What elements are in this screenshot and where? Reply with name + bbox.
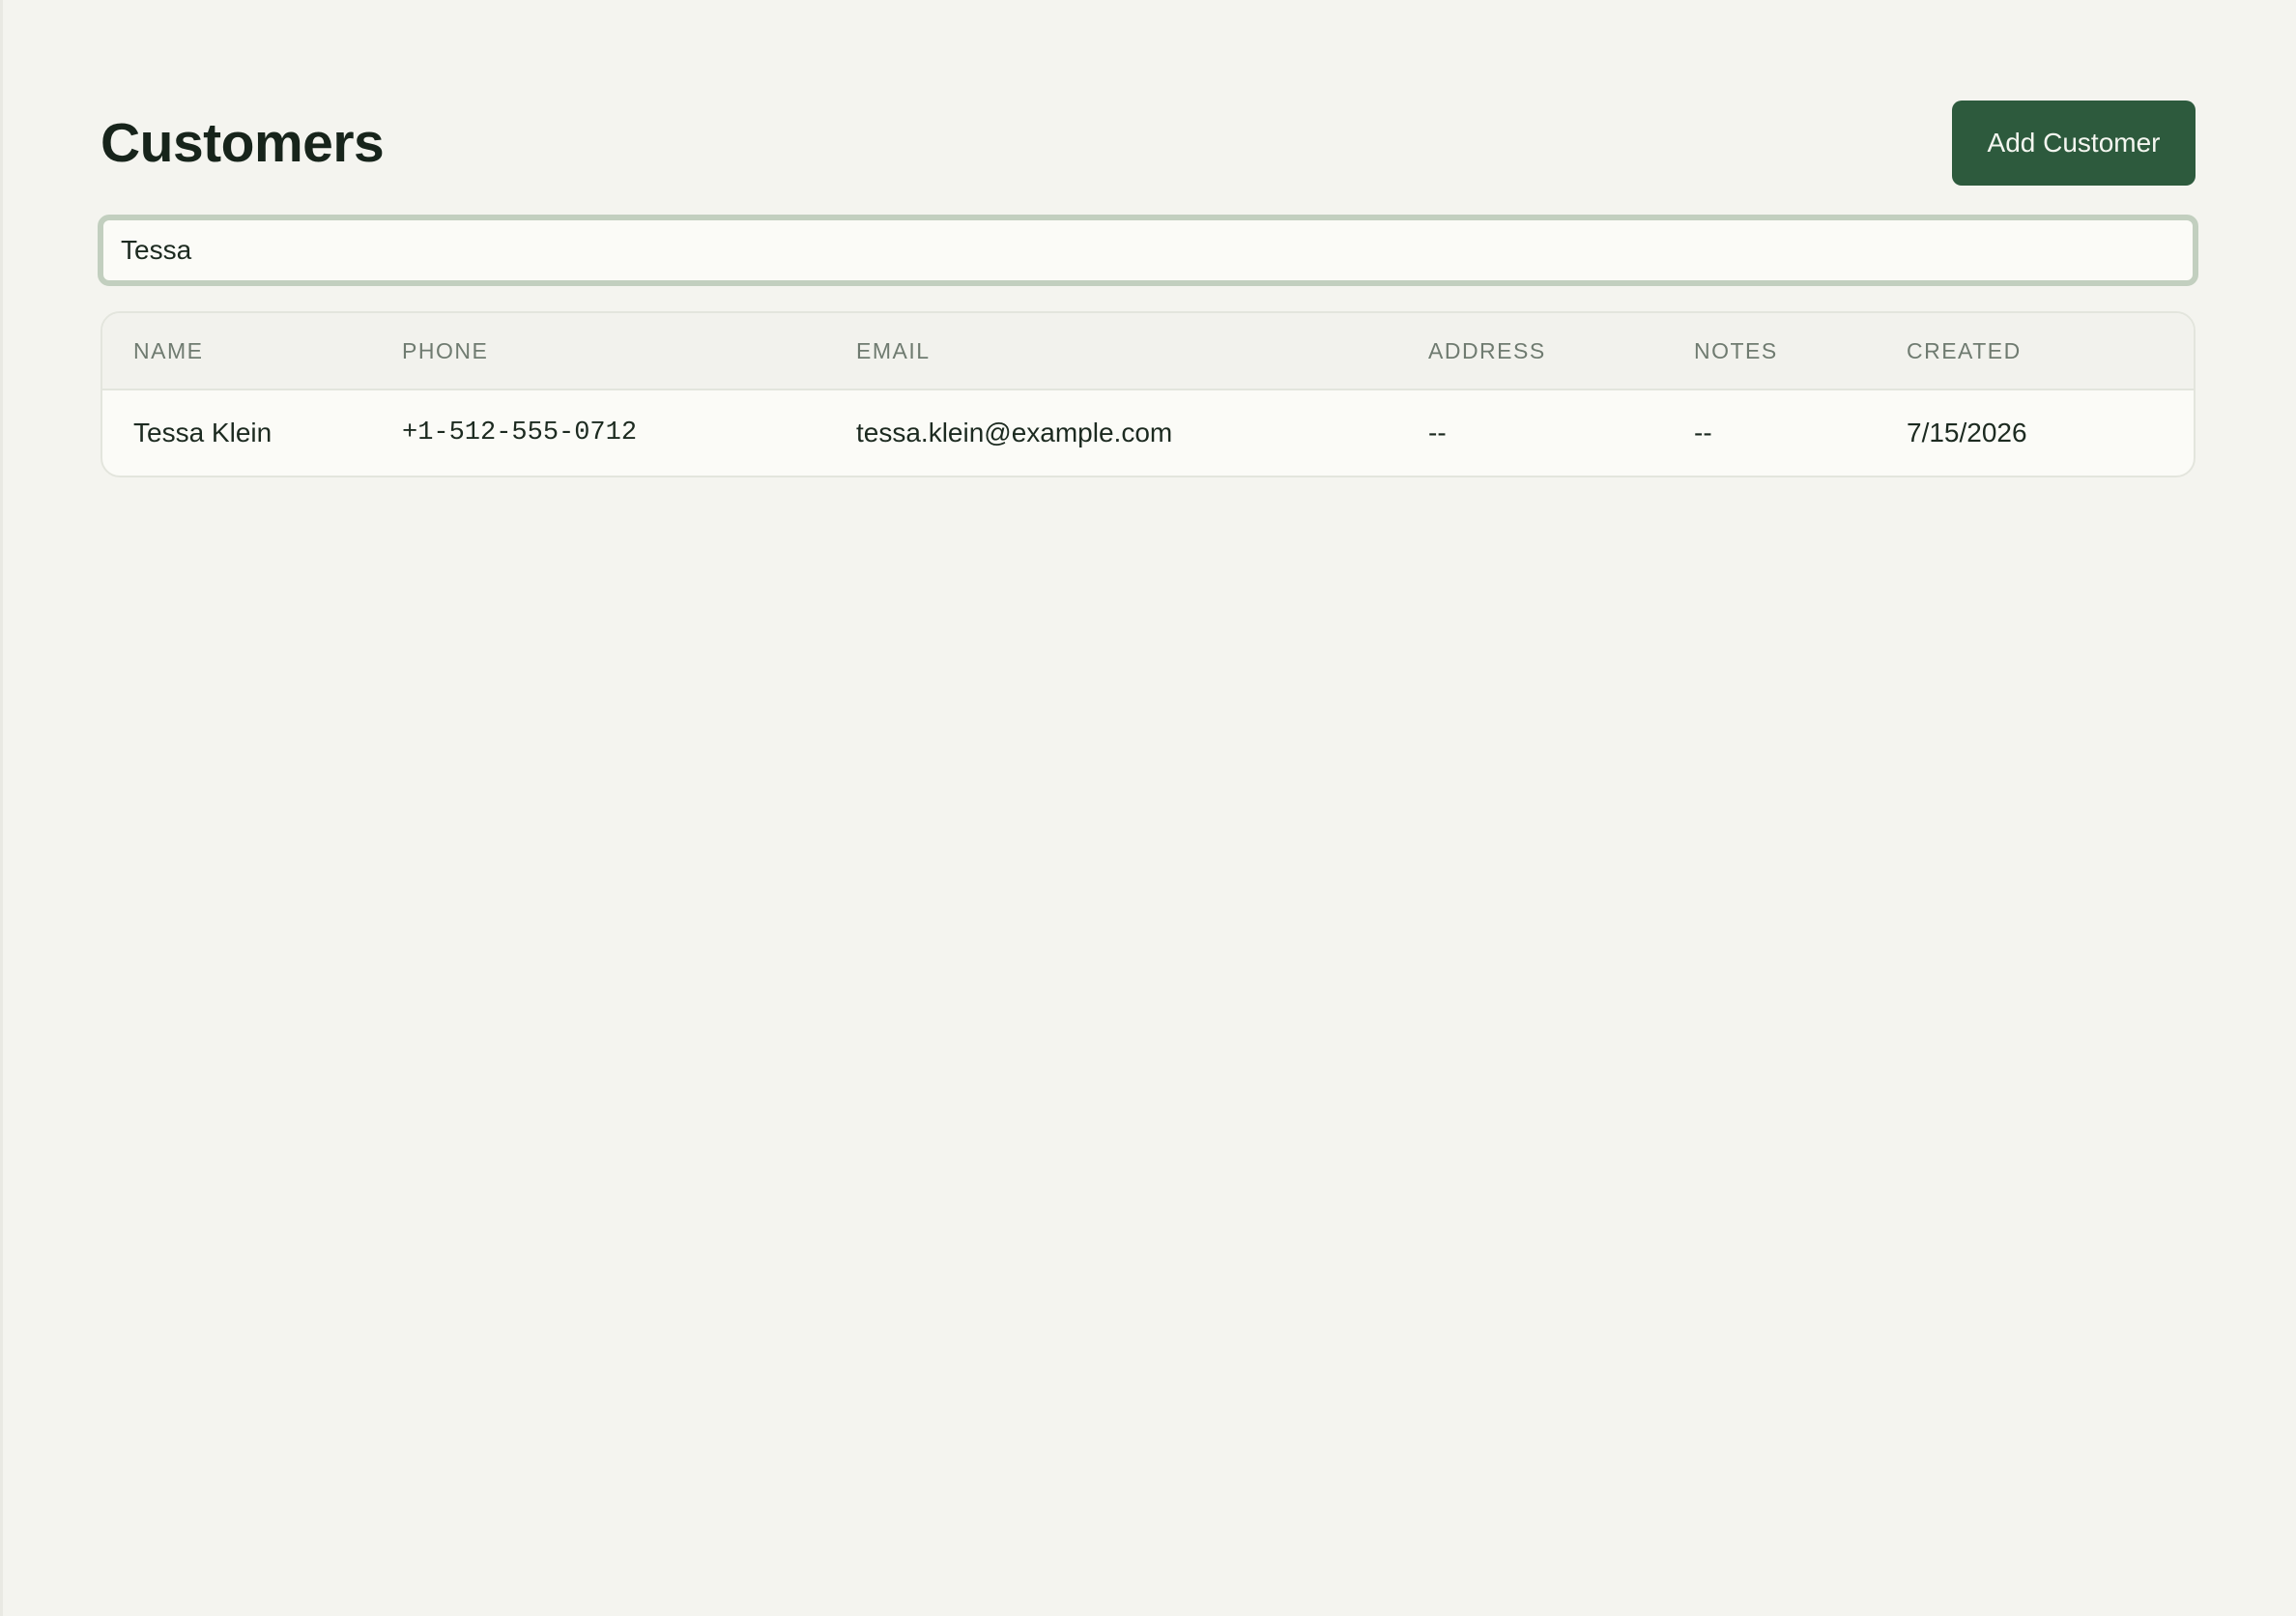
customers-table: NAME PHONE EMAIL ADDRESS NOTES CREATED T…	[102, 313, 2194, 476]
table-header-row: NAME PHONE EMAIL ADDRESS NOTES CREATED	[102, 313, 2194, 390]
search-input[interactable]	[103, 234, 2193, 267]
cell-name: Tessa Klein	[133, 418, 273, 447]
column-header-phone[interactable]: PHONE	[402, 313, 856, 390]
column-header-created[interactable]: CREATED	[1907, 313, 2194, 390]
page-header: Customers Add Customer	[100, 101, 2196, 186]
column-header-address[interactable]: ADDRESS	[1428, 313, 1694, 390]
cell-address: --	[1428, 418, 1447, 447]
cell-created: 7/15/2026	[1907, 418, 2027, 447]
table-row[interactable]: Tessa Klein +1-512-555-0712 tessa.klein@…	[102, 390, 2194, 476]
customers-page: Customers Add Customer NAME PHONE EMAIL …	[98, 101, 2198, 477]
add-customer-button[interactable]: Add Customer	[1952, 101, 2196, 186]
cell-notes: --	[1694, 418, 1712, 447]
column-header-email[interactable]: EMAIL	[856, 313, 1428, 390]
customers-table-card: NAME PHONE EMAIL ADDRESS NOTES CREATED T…	[100, 311, 2196, 477]
cell-phone: +1-512-555-0712	[402, 418, 638, 447]
column-header-name[interactable]: NAME	[102, 313, 402, 390]
page-title: Customers	[100, 112, 385, 174]
column-header-notes[interactable]: NOTES	[1694, 313, 1907, 390]
window-edge	[0, 0, 3, 1616]
search-box	[98, 215, 2198, 286]
cell-email: tessa.klein@example.com	[856, 418, 1173, 447]
